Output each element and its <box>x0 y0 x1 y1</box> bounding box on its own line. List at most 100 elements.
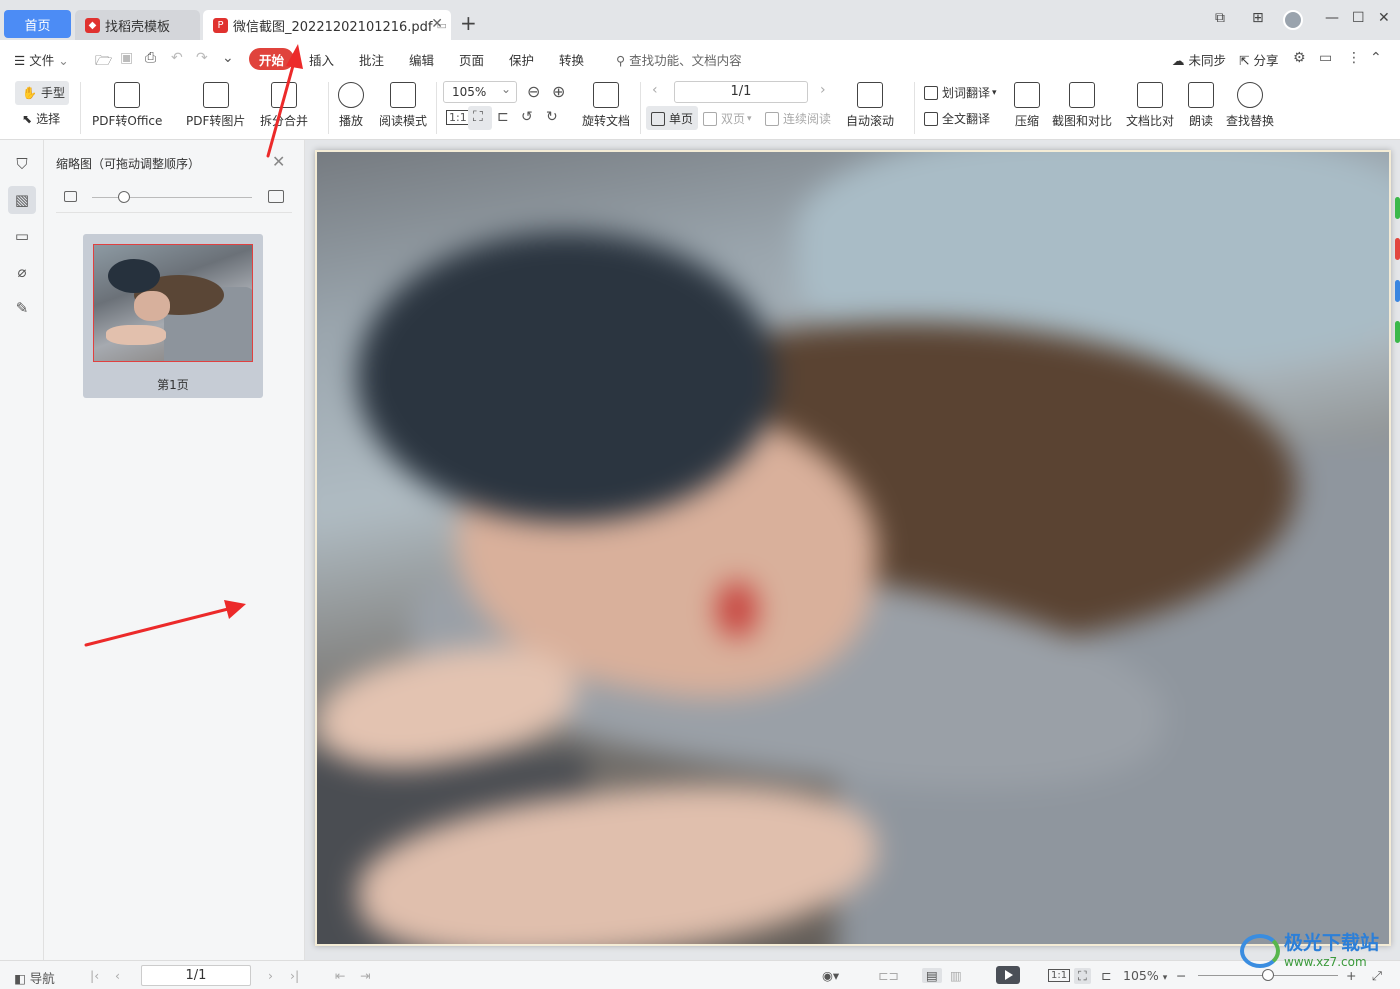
undo-icon[interactable]: ↶ <box>171 50 183 66</box>
bookmark-icon[interactable]: ⛉ <box>8 150 36 178</box>
play-slideshow-button[interactable] <box>996 966 1020 984</box>
thumbnail-icon[interactable]: ▧ <box>8 186 36 214</box>
actual-size-icon[interactable]: 1:1 <box>446 110 470 125</box>
actual-size-icon[interactable]: 1:1 <box>1048 969 1071 982</box>
maximize-button[interactable]: ☐ <box>1352 10 1365 26</box>
slider-handle[interactable] <box>118 191 130 203</box>
menu-start[interactable]: 开始 <box>249 48 294 70</box>
menu-protect[interactable]: 保护 <box>509 50 534 69</box>
close-panel-icon[interactable]: ✕ <box>272 152 285 171</box>
open-folder-icon[interactable]: 🗁 <box>95 50 112 74</box>
close-window-button[interactable]: ✕ <box>1378 10 1390 26</box>
word-translate-button[interactable]: 划词翻译 ▾ <box>924 84 997 101</box>
hand-tool-button[interactable]: ✋ 手型 <box>22 84 65 101</box>
menu-edit[interactable]: 编辑 <box>409 50 434 69</box>
menu-annotate[interactable]: 批注 <box>359 50 384 69</box>
zoom-out-icon[interactable]: ⊖ <box>527 82 540 101</box>
close-tab-icon[interactable]: ✕ <box>431 16 443 32</box>
sync-button[interactable]: ☁ 未同步 <box>1172 50 1226 69</box>
redo-icon[interactable]: ↷ <box>196 50 208 66</box>
double-page-icon[interactable]: ▥ <box>950 968 962 983</box>
doc-compare-button[interactable]: 文档比对 <box>1126 82 1174 129</box>
more-dropdown-icon[interactable]: ⌄ <box>222 50 234 66</box>
document-viewport[interactable] <box>305 140 1400 960</box>
zoom-in-icon[interactable]: + <box>1346 968 1356 983</box>
back-icon[interactable]: ⇤ <box>335 968 345 983</box>
attachment-icon[interactable]: ⌀ <box>8 258 36 286</box>
continuous-icon[interactable]: ⊏⊐ <box>878 968 899 983</box>
prev-page-icon[interactable]: ‹ <box>652 82 658 98</box>
new-tab-button[interactable]: + <box>460 11 477 35</box>
print-icon[interactable]: ⎙ <box>145 50 156 66</box>
comment-icon[interactable]: ▭ <box>1319 50 1332 66</box>
compress-button[interactable]: 压缩 <box>1014 82 1040 129</box>
more-icon[interactable]: ⋮ <box>1347 50 1361 66</box>
thumbnail-size-slider[interactable] <box>92 197 252 198</box>
play-button[interactable]: 播放 <box>338 82 364 129</box>
zoom-in-icon[interactable]: ⊕ <box>552 82 565 101</box>
status-zoom-select[interactable]: 105% ▾ <box>1123 968 1167 983</box>
edge-tab-green-2[interactable] <box>1395 321 1400 343</box>
single-page-button[interactable]: 单页 <box>651 110 693 127</box>
cloud-icon: ☁ <box>1172 53 1185 68</box>
zoom-out-icon[interactable]: − <box>1176 968 1186 983</box>
collapse-ribbon-icon[interactable]: ⌃ <box>1370 50 1382 66</box>
split-merge-button[interactable]: 拆分合并 <box>260 82 308 129</box>
last-page-icon[interactable]: ›| <box>290 968 299 983</box>
zoom-slider-handle[interactable] <box>1262 969 1274 981</box>
page-number-input[interactable]: 1/1 <box>674 81 808 103</box>
settings-icon[interactable]: ⚙ <box>1293 50 1306 66</box>
full-translate-button[interactable]: 全文翻译 <box>924 110 990 127</box>
forward-icon[interactable]: ⇥ <box>360 968 370 983</box>
search-input[interactable]: ⚲ 查找功能、文档内容 <box>616 50 742 69</box>
comment-panel-icon[interactable]: ▭ <box>8 222 36 250</box>
grid-icon[interactable]: ⊞ <box>1252 10 1264 26</box>
rotate-right-icon[interactable]: ↻ <box>546 109 558 125</box>
fit-page-icon[interactable]: ⛶ <box>1074 968 1091 984</box>
edge-tab-green[interactable] <box>1395 197 1400 219</box>
fit-page-icon[interactable]: ⛶ <box>473 109 483 125</box>
rotate-left-icon[interactable]: ↺ <box>521 109 533 125</box>
large-image-icon[interactable] <box>268 190 284 203</box>
menu-page[interactable]: 页面 <box>459 50 484 69</box>
auto-scroll-button[interactable]: 自动滚动 <box>846 82 894 129</box>
tab-home[interactable]: 首页 <box>4 10 71 38</box>
minimize-button[interactable]: — <box>1325 10 1339 26</box>
tab-template[interactable]: ◆ 找稻壳模板 <box>75 10 200 40</box>
single-page-icon[interactable]: ▤ <box>922 968 942 983</box>
small-image-icon[interactable] <box>64 191 77 202</box>
fit-width-icon[interactable]: ⊏ <box>497 109 509 125</box>
pdf-to-image-button[interactable]: PDF转图片 <box>186 82 245 129</box>
nav-toggle[interactable]: ◧ 导航 <box>14 968 55 987</box>
pdf-to-office-button[interactable]: PDF转Office <box>92 82 162 129</box>
find-replace-button[interactable]: 查找替换 <box>1226 82 1274 129</box>
continuous-read-button[interactable]: 连续阅读 <box>765 110 831 127</box>
share-button[interactable]: ⇱ 分享 <box>1239 50 1278 69</box>
read-mode-button[interactable]: 阅读模式 <box>379 82 427 129</box>
edge-tab-red[interactable] <box>1395 238 1400 260</box>
double-page-button[interactable]: 双页 ▾ <box>703 110 752 127</box>
signature-icon[interactable]: ✎ <box>8 294 36 322</box>
edge-tab-blue[interactable] <box>1395 280 1400 302</box>
save-icon[interactable]: ▣ <box>120 50 133 66</box>
menu-insert[interactable]: 插入 <box>309 50 334 69</box>
read-aloud-button[interactable]: 朗读 <box>1188 82 1214 129</box>
zoom-select[interactable]: 105% <box>443 79 517 103</box>
menu-convert[interactable]: 转换 <box>559 50 584 69</box>
rotate-doc-button[interactable]: 旋转文档 <box>582 82 630 129</box>
select-tool-button[interactable]: ⬉ 选择 <box>22 110 60 127</box>
page-thumbnail[interactable]: 第1页 <box>83 234 263 398</box>
fit-width-icon[interactable]: ⊏ <box>1101 968 1111 983</box>
file-menu[interactable]: ☰ 文件 ⌄ <box>14 50 69 69</box>
page-layout-icon[interactable]: ⧉ <box>1215 10 1225 26</box>
status-page-input[interactable]: 1/1 <box>141 965 251 986</box>
next-page-icon[interactable]: › <box>268 968 273 983</box>
prev-page-icon[interactable]: ‹ <box>115 968 120 983</box>
first-page-icon[interactable]: |‹ <box>90 968 99 983</box>
tab-document[interactable]: P 微信截图_20221202101216.pdf ▭ ✕ <box>203 10 451 40</box>
next-page-icon[interactable]: › <box>820 82 826 98</box>
screenshot-compare-button[interactable]: 截图和对比 <box>1052 82 1112 129</box>
avatar[interactable] <box>1283 10 1303 30</box>
eye-protect-icon[interactable]: ◉▾ <box>822 968 839 983</box>
fullscreen-icon[interactable]: ⤢ <box>1372 968 1382 984</box>
